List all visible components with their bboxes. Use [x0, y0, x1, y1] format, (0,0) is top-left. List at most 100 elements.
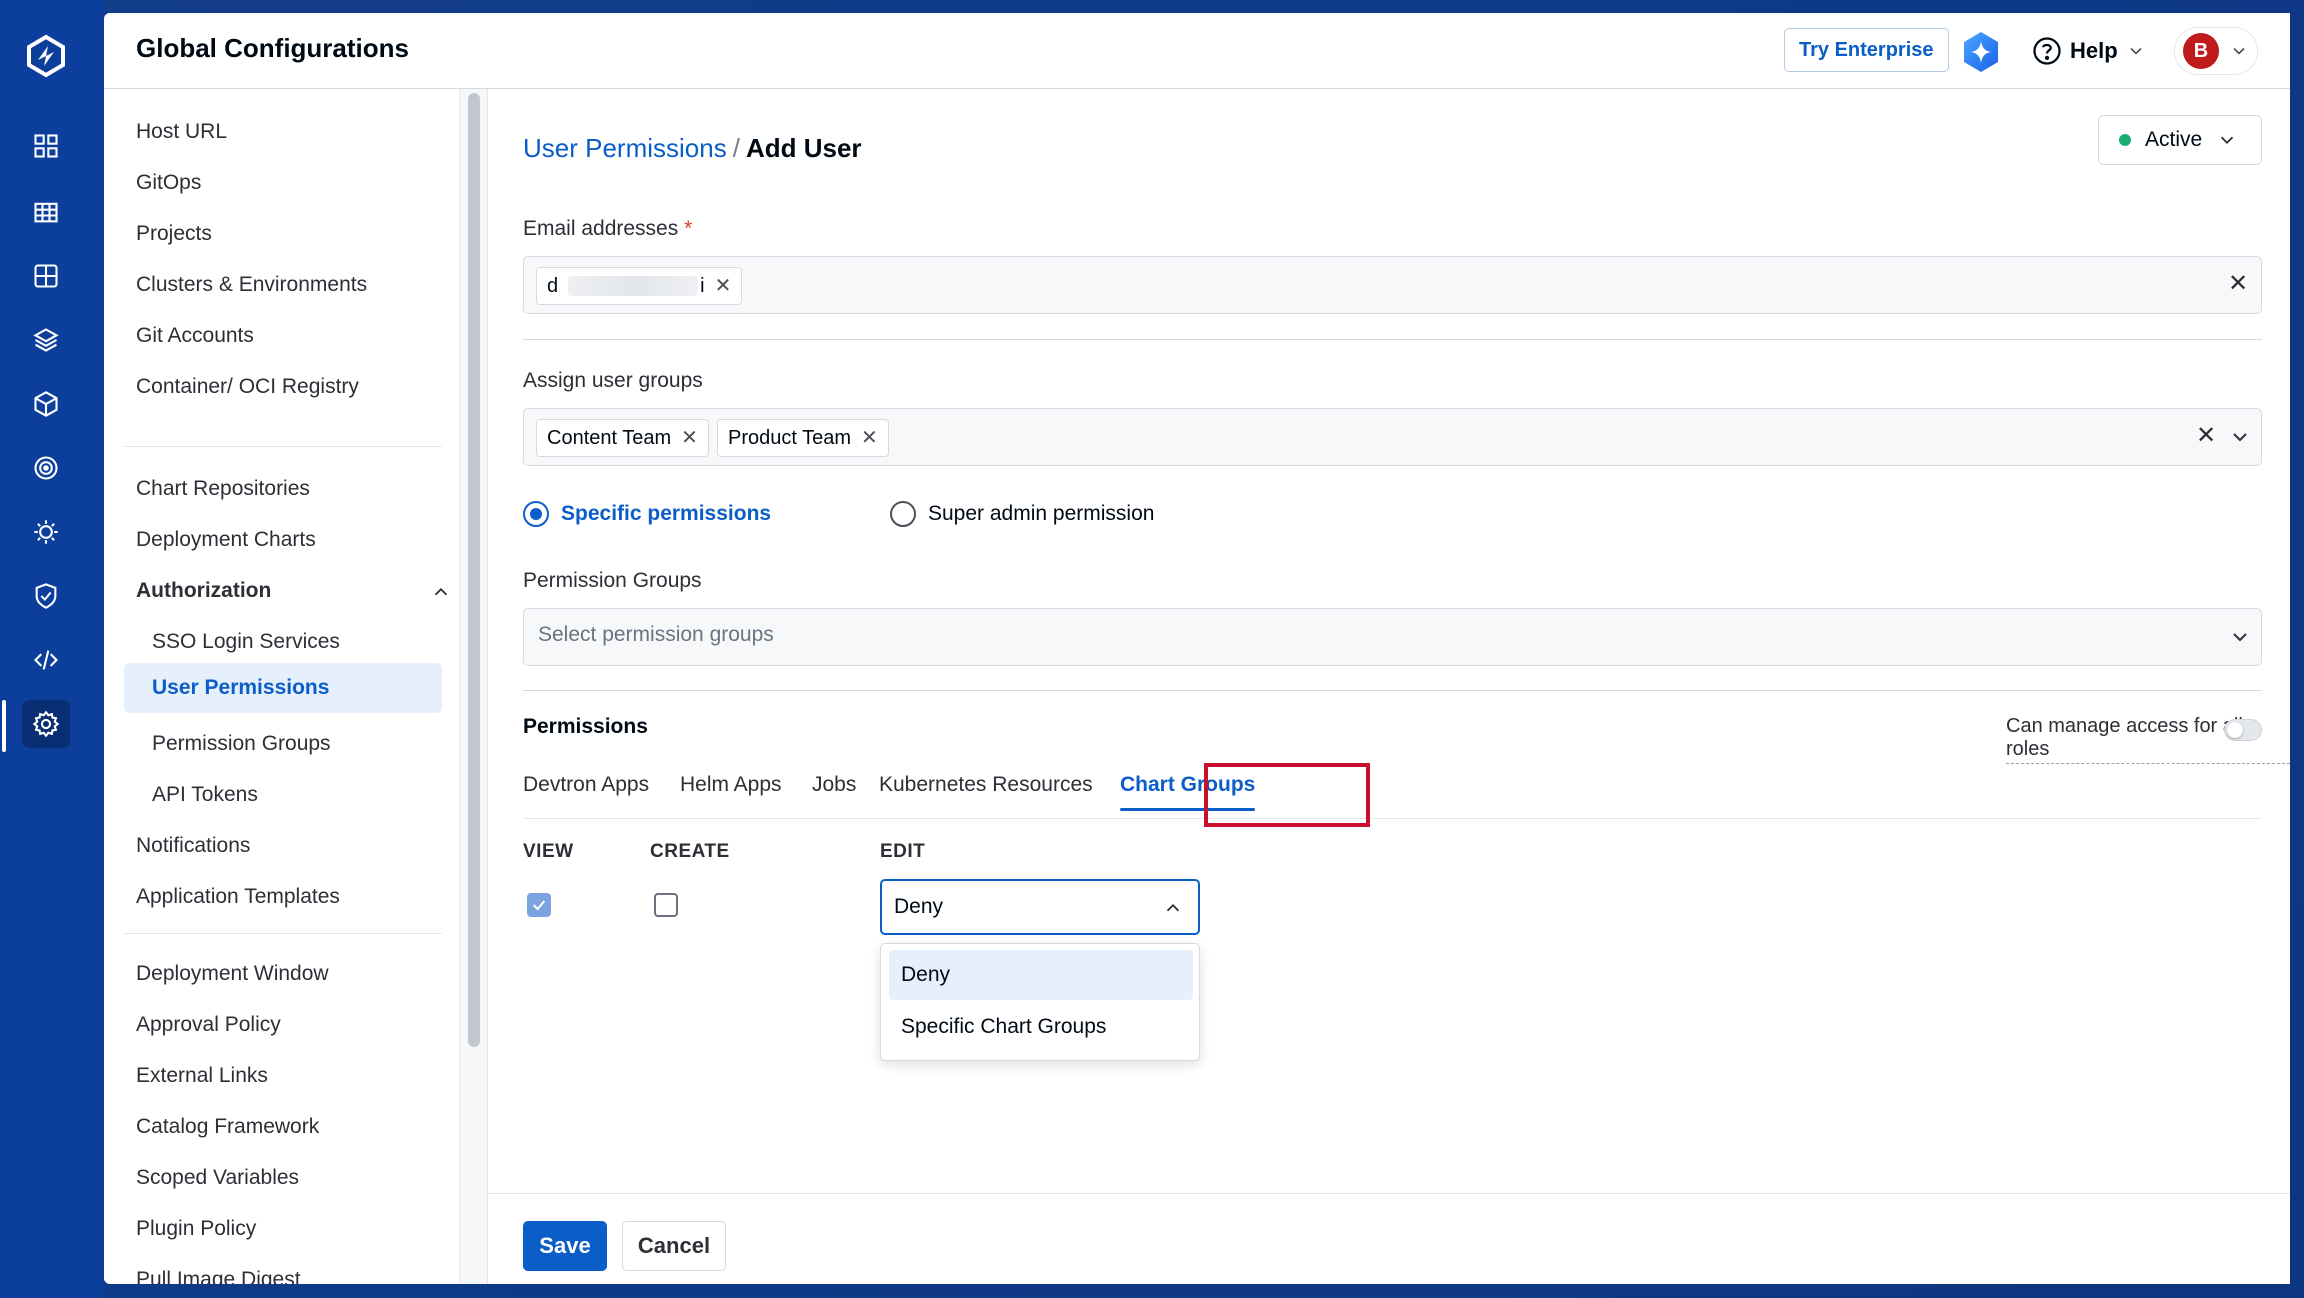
remove-chip-icon[interactable]: ✕	[715, 268, 732, 304]
sidebar-item-sso-login[interactable]: SSO Login Services	[152, 617, 340, 667]
sidebar-item-pull-image-digest[interactable]: Pull Image Digest	[136, 1255, 301, 1284]
view-checkbox[interactable]	[527, 893, 551, 917]
option-specific-chart-groups[interactable]: Specific Chart Groups	[889, 1002, 1193, 1052]
group-chip: Content Team ✕	[536, 419, 709, 457]
section-divider	[523, 339, 2262, 340]
sidebar-item-api-tokens[interactable]: API Tokens	[152, 770, 258, 820]
status-label: Active	[2145, 128, 2203, 151]
avatar: B	[2183, 33, 2219, 69]
gear-icon[interactable]	[22, 700, 70, 748]
sidebar-scrollbar[interactable]	[468, 93, 480, 1047]
devtron-logo-icon[interactable]	[24, 34, 68, 78]
page-title: Global Configurations	[136, 33, 409, 63]
clear-icon[interactable]: ✕	[2228, 269, 2248, 298]
column-header-create: CREATE	[650, 841, 730, 862]
sidebar-item-user-permissions[interactable]: User Permissions	[124, 663, 442, 713]
radio-specific-permissions[interactable]: Specific permissions	[523, 501, 771, 527]
sidebar-item-permission-groups[interactable]: Permission Groups	[152, 719, 331, 769]
option-deny[interactable]: Deny	[889, 950, 1193, 1000]
chevron-down-icon[interactable]	[2228, 425, 2252, 449]
column-header-view: VIEW	[523, 841, 574, 862]
clear-icon[interactable]: ✕	[2196, 421, 2216, 450]
sidebar-item-chart-repositories[interactable]: Chart Repositories	[136, 464, 310, 514]
sidebar-item-deployment-charts[interactable]: Deployment Charts	[136, 515, 316, 565]
remove-chip-icon[interactable]: ✕	[861, 420, 878, 456]
main-window: Global Configurations Try Enterprise Hel…	[104, 13, 2290, 1284]
manage-all-roles-toggle[interactable]	[2224, 719, 2262, 741]
annotation-highlight-box	[1204, 763, 1370, 827]
status-dropdown[interactable]: Active	[2098, 115, 2262, 165]
stack-icon[interactable]	[22, 316, 70, 364]
create-checkbox[interactable]	[654, 893, 678, 917]
permission-groups-select[interactable]: Select permission groups	[523, 608, 2262, 666]
sidebar-item-external-links[interactable]: External Links	[136, 1051, 268, 1101]
radio-label: Super admin permission	[928, 502, 1155, 525]
rail-active-indicator	[2, 700, 6, 752]
chevron-down-icon	[2130, 47, 2142, 55]
tab-kubernetes-resources[interactable]: Kubernetes Resources	[879, 769, 1093, 819]
save-button[interactable]: Save	[523, 1221, 607, 1271]
top-bar: Global Configurations Try Enterprise Hel…	[104, 13, 2290, 89]
apps-icon[interactable]	[22, 122, 70, 170]
radio-button	[890, 501, 916, 527]
email-chip-end: i	[700, 275, 705, 297]
edit-permission-select[interactable]: Deny	[880, 879, 1200, 935]
app-rail	[0, 0, 104, 1298]
try-enterprise-button[interactable]: Try Enterprise	[1784, 28, 1949, 72]
cancel-button[interactable]: Cancel	[622, 1221, 726, 1271]
ai-assistant-icon[interactable]	[1960, 31, 2002, 73]
radio-button	[523, 501, 549, 527]
sidebar-divider	[124, 446, 442, 447]
breadcrumb: User Permissions / Add User	[523, 133, 862, 164]
sidebar-item-clusters[interactable]: Clusters & Environments	[136, 260, 367, 310]
cube-icon[interactable]	[22, 380, 70, 428]
shield-icon[interactable]	[22, 572, 70, 620]
email-label-text: Email addresses	[523, 217, 679, 240]
sidebar-item-application-templates[interactable]: Application Templates	[136, 872, 340, 922]
remove-chip-icon[interactable]: ✕	[681, 420, 698, 456]
tab-jobs[interactable]: Jobs	[812, 769, 856, 819]
sidebar-item-deployment-window[interactable]: Deployment Window	[136, 949, 329, 999]
grid-icon[interactable]	[22, 188, 70, 236]
tab-helm-apps[interactable]: Helm Apps	[680, 769, 782, 819]
sidebar-item-gitops[interactable]: GitOps	[136, 158, 201, 208]
sidebar-item-git-accounts[interactable]: Git Accounts	[136, 311, 254, 361]
sidebar-item-projects[interactable]: Projects	[136, 209, 212, 259]
edit-options-menu: Deny Specific Chart Groups	[880, 943, 1200, 1061]
user-menu[interactable]: B	[2174, 27, 2258, 75]
section-divider	[523, 690, 2262, 691]
settings-sidebar: Host URL GitOps Projects Clusters & Envi…	[104, 89, 460, 1284]
group-chip-label: Product Team	[728, 427, 852, 449]
sidebar-item-scoped-variables[interactable]: Scoped Variables	[136, 1153, 299, 1203]
column-header-edit: EDIT	[880, 841, 926, 862]
code-icon[interactable]	[22, 636, 70, 684]
group-chip-label: Content Team	[547, 427, 672, 449]
bug-icon[interactable]	[22, 508, 70, 556]
chevron-down-icon	[2221, 136, 2234, 145]
sidebar-item-approval-policy[interactable]: Approval Policy	[136, 1000, 281, 1050]
permission-groups-placeholder: Select permission groups	[538, 623, 774, 646]
redacted-email	[568, 276, 699, 296]
sidebar-item-catalog-framework[interactable]: Catalog Framework	[136, 1102, 319, 1152]
dashboard-icon[interactable]	[22, 252, 70, 300]
breadcrumb-separator: /	[732, 133, 740, 163]
user-groups-select[interactable]: Content Team ✕ Product Team ✕ ✕	[523, 408, 2262, 466]
required-mark: *	[684, 217, 693, 240]
sidebar-item-plugin-policy[interactable]: Plugin Policy	[136, 1204, 256, 1254]
sidebar-item-host-url[interactable]: Host URL	[136, 107, 227, 157]
sidebar-item-notifications[interactable]: Notifications	[136, 821, 250, 871]
add-user-form: User Permissions / Add User Active Email a…	[488, 89, 2290, 1284]
sidebar-item-authorization[interactable]: Authorization	[136, 566, 452, 616]
email-label: Email addresses *	[523, 217, 692, 241]
tab-devtron-apps[interactable]: Devtron Apps	[523, 769, 649, 819]
help-menu[interactable]: Help	[2032, 35, 2146, 67]
email-field[interactable]: d i ✕ ✕	[523, 256, 2262, 314]
permissions-title: Permissions	[523, 715, 648, 738]
sidebar-item-container-registry[interactable]: Container/ OCI Registry	[136, 362, 359, 412]
breadcrumb-user-permissions[interactable]: User Permissions	[523, 133, 727, 163]
chevron-up-icon	[434, 587, 448, 596]
radio-super-admin[interactable]: Super admin permission	[890, 501, 1154, 527]
target-icon[interactable]	[22, 444, 70, 492]
chevron-up-icon	[1166, 903, 1180, 912]
status-dot	[2119, 134, 2131, 146]
